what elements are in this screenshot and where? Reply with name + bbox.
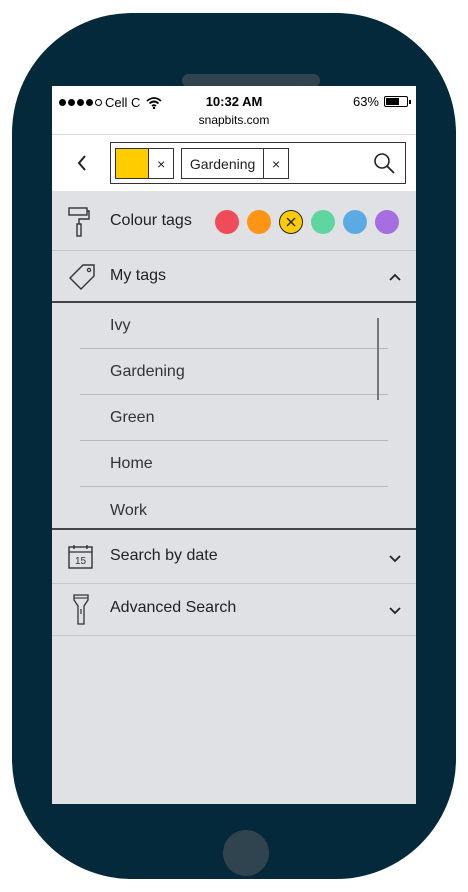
colour-swatches (215, 210, 399, 234)
calendar-icon: 15 (68, 545, 93, 569)
color-filter-chip: × (115, 148, 174, 179)
my-tags-list: Ivy Gardening Green Home Work (52, 303, 416, 530)
remove-color-chip-button[interactable]: × (149, 149, 173, 178)
colour-swatch-red[interactable] (215, 210, 239, 234)
tag-icon (69, 264, 95, 290)
tag-item-label: Home (110, 455, 153, 472)
chevron-left-icon (77, 155, 86, 171)
close-icon (286, 217, 296, 227)
tag-item-label: Work (110, 502, 148, 519)
search-by-date-row[interactable]: 15 Search by date (52, 532, 416, 584)
home-button[interactable] (223, 830, 269, 876)
search-field[interactable]: × Gardening × (110, 142, 406, 184)
tags-scrollbar[interactable] (377, 318, 379, 400)
colour-swatch-green[interactable] (311, 210, 335, 234)
search-by-date-label: Search by date (110, 547, 218, 564)
my-tags-header[interactable]: My tags (52, 251, 416, 303)
tag-filter-chip: Gardening × (181, 148, 289, 179)
my-tags-label: My tags (110, 267, 167, 284)
paint-roller-icon (68, 207, 90, 237)
app-screen: Cell C 10:32 AM 63% snapbits.com × Garde… (52, 86, 416, 804)
chip-label: Gardening (182, 149, 265, 178)
page-url[interactable]: snapbits.com (52, 113, 416, 127)
advanced-search-row[interactable]: Advanced Search (52, 584, 416, 636)
search-icon[interactable] (373, 152, 395, 174)
tag-item-work[interactable]: Work (80, 487, 388, 528)
tag-item-home[interactable]: Home (80, 441, 388, 487)
chevron-down-icon[interactable] (388, 554, 402, 564)
chevron-down-icon[interactable] (388, 606, 402, 616)
remove-tag-chip-button[interactable]: × (264, 149, 288, 178)
tag-item-label: Gardening (110, 363, 185, 380)
battery-percent: 63% (352, 94, 379, 109)
flashlight-icon (73, 594, 89, 625)
tag-item-label: Ivy (110, 317, 131, 334)
battery-icon (384, 96, 411, 107)
chip-color-swatch (116, 149, 150, 178)
tag-item-label: Green (110, 409, 155, 426)
tag-item-ivy[interactable]: Ivy (80, 303, 388, 349)
colour-tags-label: Colour tags (110, 212, 192, 229)
tag-item-gardening[interactable]: Gardening (80, 349, 388, 395)
colour-tags-row: Colour tags (52, 193, 416, 251)
calendar-day: 15 (75, 556, 87, 567)
tag-item-green[interactable]: Green (80, 395, 388, 441)
battery-indicator: 63% (352, 94, 411, 109)
colour-swatch-blue[interactable] (343, 210, 367, 234)
search-header: × Gardening × (52, 135, 416, 191)
status-bar: Cell C 10:32 AM 63% snapbits.com (52, 86, 416, 135)
colour-swatch-purple[interactable] (375, 210, 399, 234)
back-button[interactable] (70, 151, 94, 175)
colour-swatch-yellow[interactable] (279, 210, 303, 234)
colour-swatch-orange[interactable] (247, 210, 271, 234)
advanced-search-label: Advanced Search (110, 599, 237, 616)
chevron-up-icon[interactable] (388, 272, 402, 282)
